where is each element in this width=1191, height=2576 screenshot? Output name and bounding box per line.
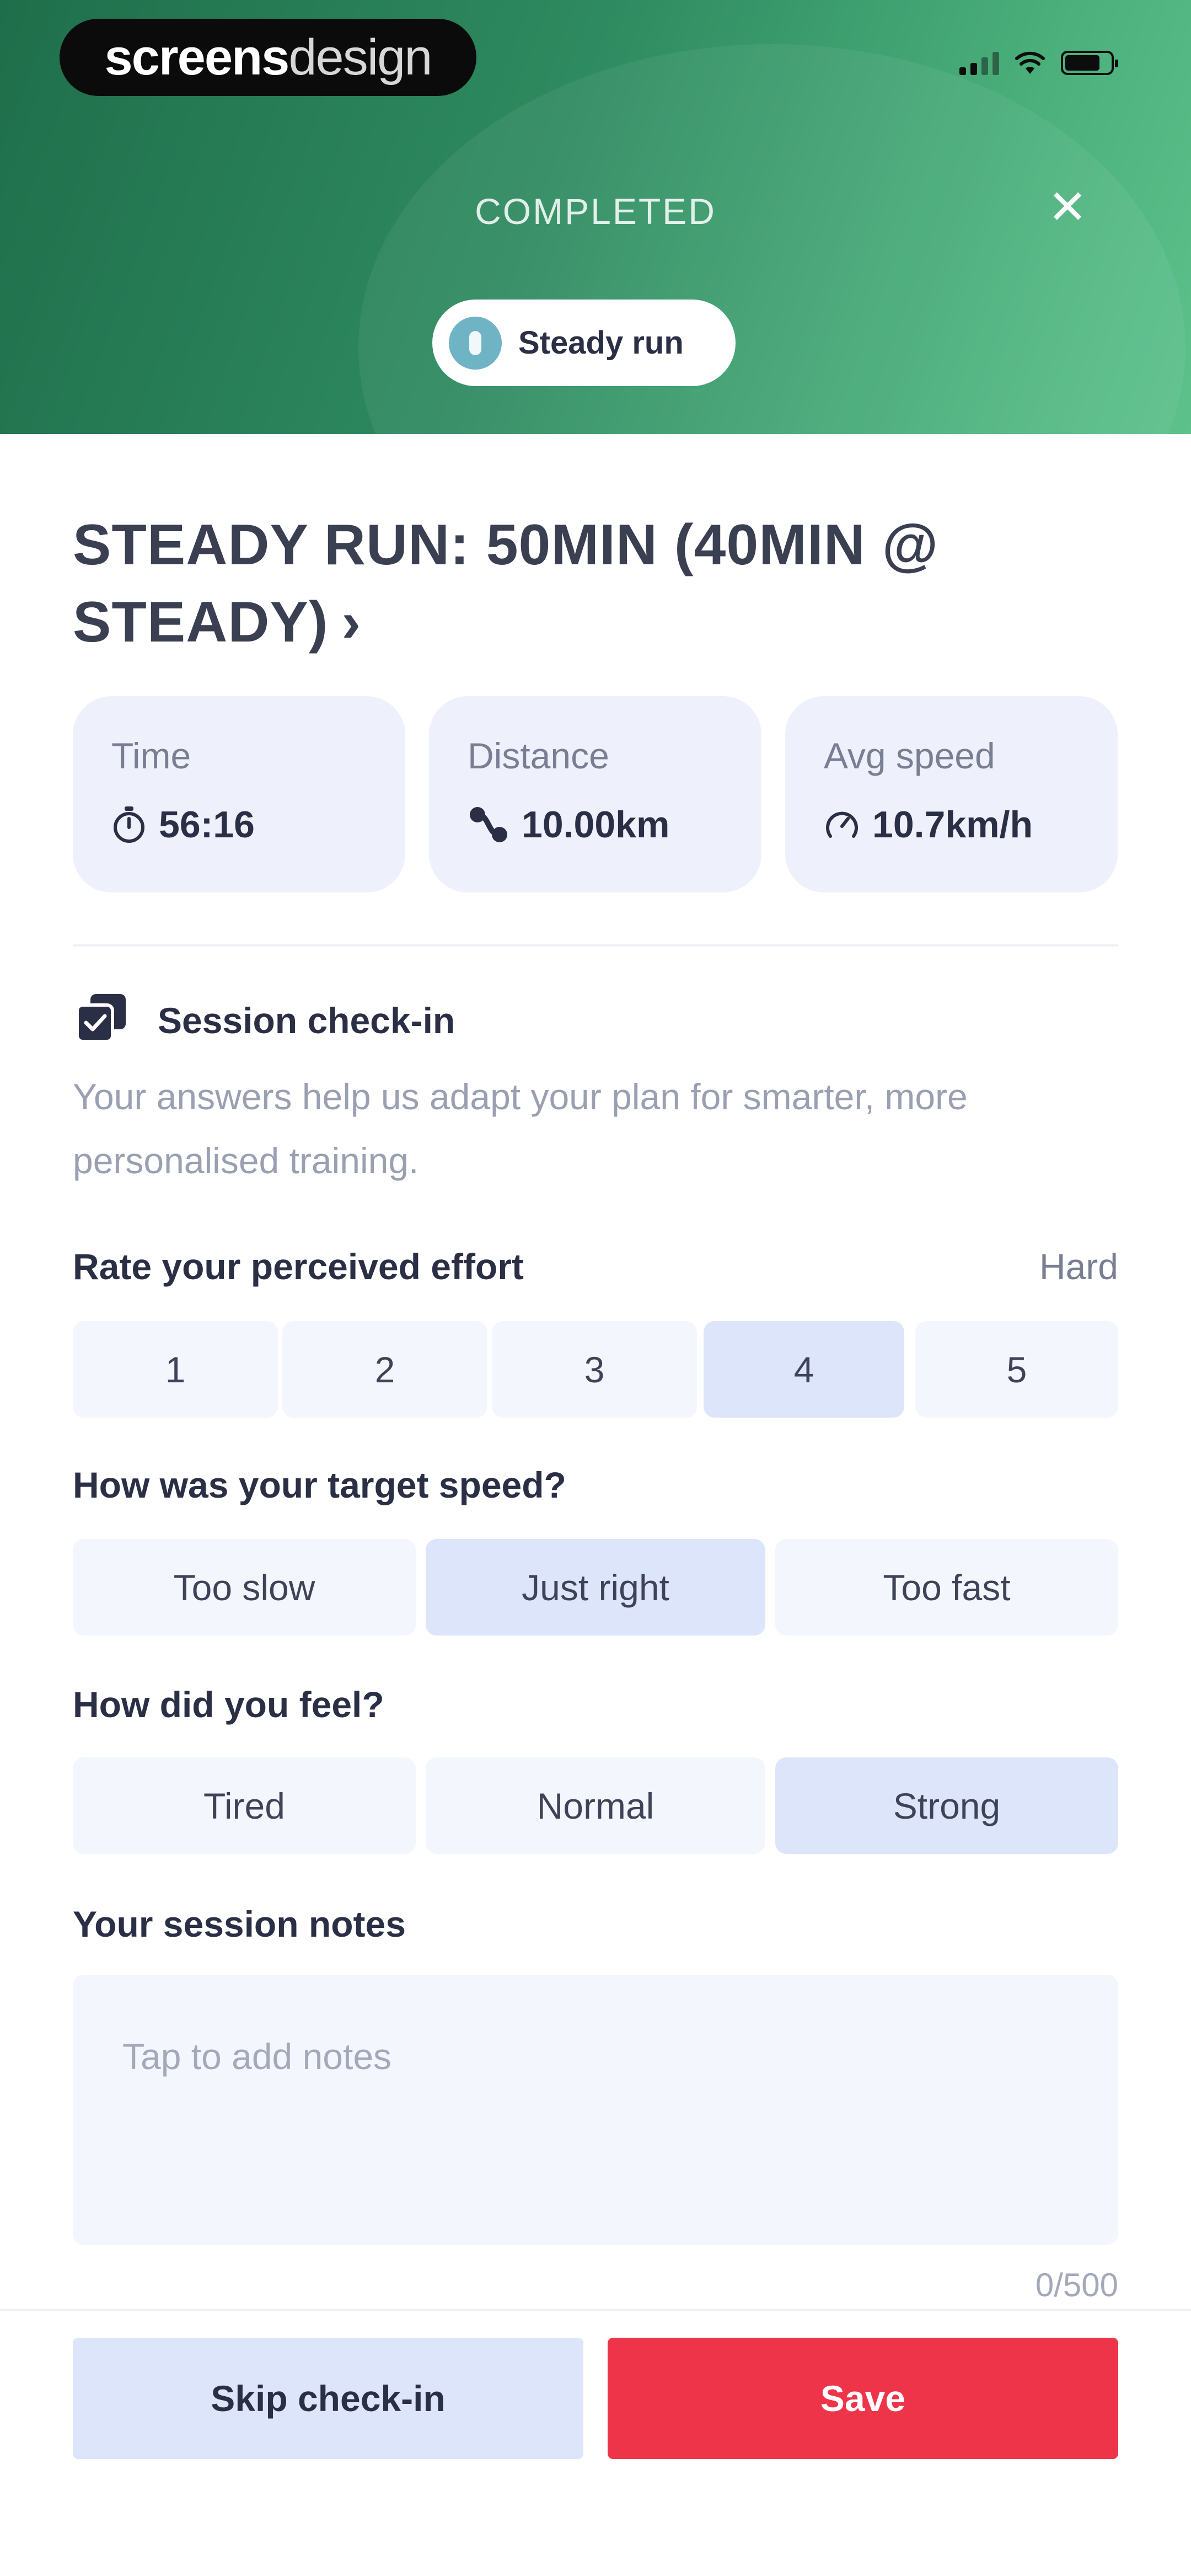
workout-type-badge: Steady run — [432, 300, 736, 386]
feel-option-normal[interactable]: Normal — [426, 1757, 765, 1854]
speed-option-just-right[interactable]: Just right — [426, 1539, 765, 1636]
steady-run-icon — [449, 316, 502, 370]
stat-label: Distance — [468, 735, 609, 776]
battery-icon — [1061, 51, 1118, 75]
logo-secondary-text: design — [288, 29, 432, 85]
status-bar-icons — [959, 51, 1118, 75]
logo-primary-text: screens — [104, 29, 290, 85]
feel-option-tired[interactable]: Tired — [73, 1757, 416, 1854]
effort-question: Rate your perceived effort — [73, 1246, 524, 1287]
workout-type-label: Steady run — [518, 325, 684, 361]
stat-value: 56:16 — [159, 804, 255, 846]
stat-label: Avg speed — [824, 735, 995, 776]
cellular-signal-icon — [959, 51, 999, 75]
stat-card-distance: Distance 10.00km — [429, 696, 761, 892]
speed-option-too-slow[interactable]: Too slow — [73, 1539, 416, 1636]
notes-char-count: 0/500 — [1035, 2267, 1118, 2304]
check-in-description: Your answers help us adapt your plan for… — [73, 1076, 968, 1181]
route-icon — [470, 807, 507, 842]
session-title-text: STEADY RUN: 50MIN (40MIN @ STEADY) — [73, 513, 939, 654]
speedometer-icon — [826, 811, 858, 838]
session-notes-input[interactable]: Tap to add notes — [73, 1975, 1118, 2245]
stat-card-avg-speed: Avg speed 10.7km/h — [785, 696, 1118, 892]
effort-option-1[interactable]: 1 — [73, 1321, 278, 1418]
effort-selected-text: Hard — [1039, 1246, 1118, 1287]
stat-value-row: 10.00km — [468, 803, 761, 846]
stat-value-row: 10.7km/h — [824, 803, 1118, 846]
notes-label: Your session notes — [73, 1904, 406, 1944]
feel-question: How did you feel? — [73, 1684, 384, 1725]
session-title-link[interactable]: STEADY RUN: 50MIN (40MIN @ STEADY) › — [73, 506, 977, 661]
stat-value: 10.7km/h — [872, 804, 1033, 846]
save-button[interactable]: Save — [608, 2338, 1118, 2459]
stat-card-time: Time 56:16 — [73, 696, 405, 892]
close-icon[interactable]: ✕ — [1045, 184, 1090, 231]
chevron-right-icon: › — [341, 590, 362, 654]
wifi-icon — [1015, 51, 1045, 74]
speed-option-too-fast[interactable]: Too fast — [775, 1539, 1118, 1636]
effort-option-2[interactable]: 2 — [282, 1321, 487, 1418]
effort-option-3[interactable]: 3 — [492, 1321, 697, 1418]
stat-value-row: 56:16 — [111, 803, 405, 846]
stat-value: 10.00km — [522, 804, 670, 846]
effort-option-4[interactable]: 4 — [704, 1321, 904, 1418]
stat-label: Time — [111, 735, 191, 776]
check-in-cards-icon — [76, 994, 126, 1043]
screensdesign-logo: screens design — [60, 19, 476, 96]
header: screens design COMPLETED ✕ Steady run — [0, 0, 1191, 434]
skip-check-in-button[interactable]: Skip check-in — [73, 2338, 583, 2459]
stopwatch-icon — [114, 806, 144, 843]
feel-option-strong[interactable]: Strong — [775, 1757, 1118, 1854]
page-title: COMPLETED — [475, 191, 716, 232]
speed-question: How was your target speed? — [73, 1465, 566, 1505]
effort-option-5[interactable]: 5 — [915, 1321, 1118, 1418]
check-in-title: Session check-in — [158, 1000, 455, 1041]
divider — [73, 944, 1118, 947]
